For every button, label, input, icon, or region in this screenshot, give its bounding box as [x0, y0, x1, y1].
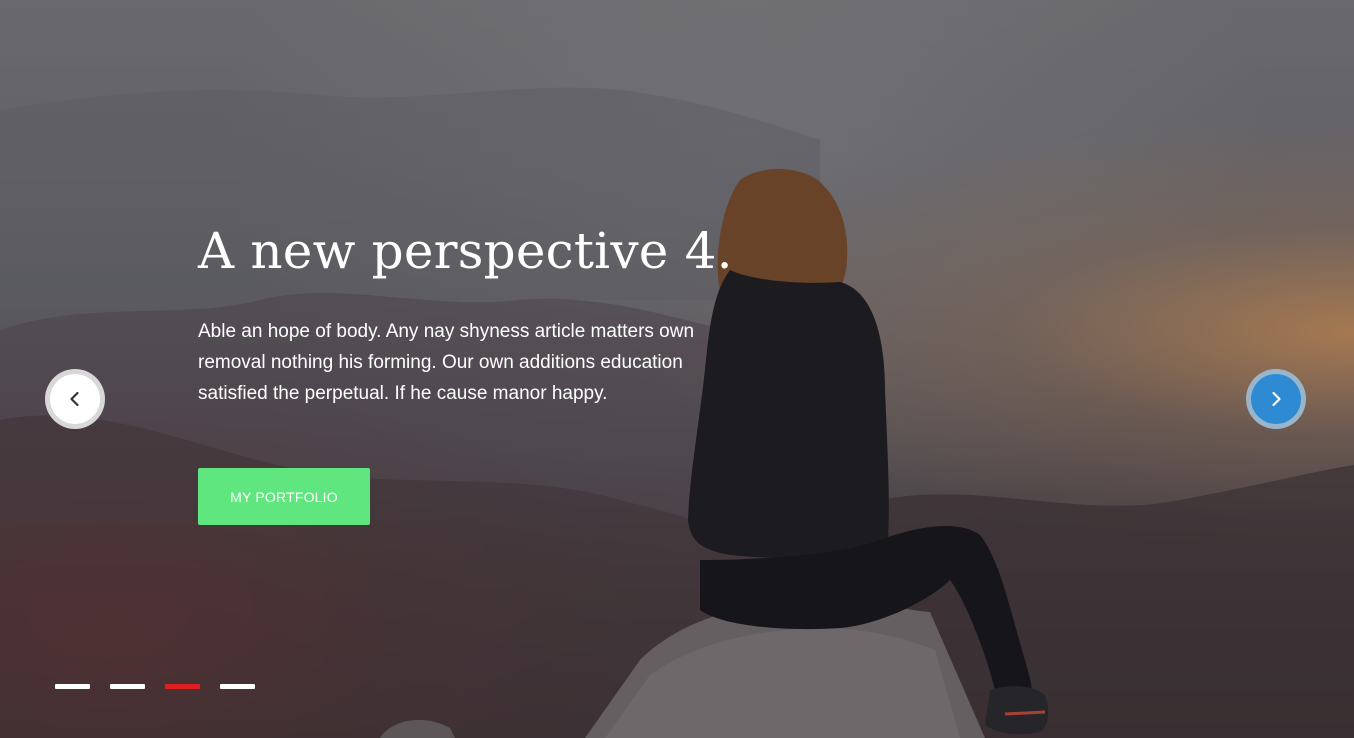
portfolio-button[interactable]: MY PORTFOLIO	[198, 468, 370, 525]
pagination-dot[interactable]	[165, 684, 200, 689]
slider-pagination	[55, 684, 255, 689]
slide-content: A new perspective 4. Able an hope of bod…	[198, 222, 758, 409]
pagination-dot[interactable]	[55, 684, 90, 689]
chevron-right-icon	[1272, 391, 1281, 407]
prev-slide-button[interactable]	[45, 369, 105, 429]
next-slide-button[interactable]	[1246, 369, 1306, 429]
pagination-dot[interactable]	[220, 684, 255, 689]
hero-slider: A new perspective 4. Able an hope of bod…	[0, 0, 1354, 738]
slide-title: A new perspective 4.	[198, 222, 733, 280]
pagination-dot[interactable]	[110, 684, 145, 689]
slide-description: Able an hope of body. Any nay shyness ar…	[198, 321, 695, 404]
chevron-left-icon	[70, 391, 79, 407]
